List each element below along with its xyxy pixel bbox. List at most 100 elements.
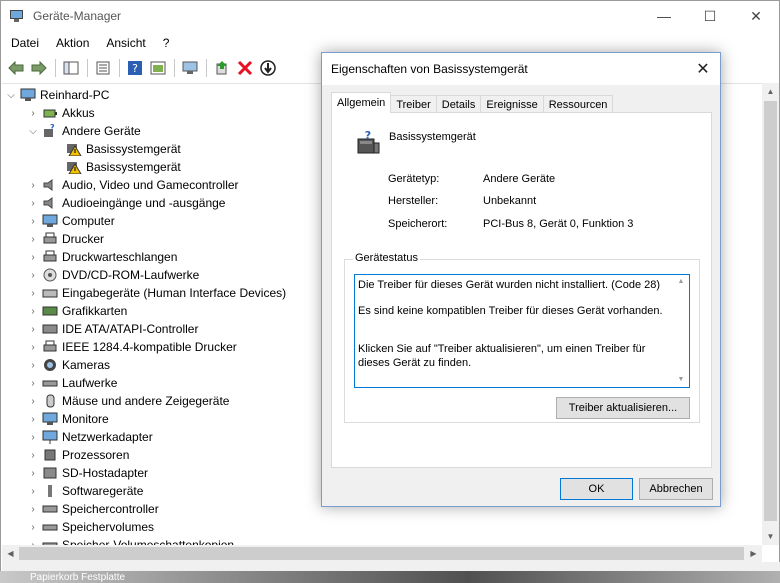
status-scrollbar[interactable]: ▲ ▼ <box>674 276 688 386</box>
tree-item-label: Softwaregeräte <box>62 484 144 498</box>
expand-chevron-icon[interactable]: › <box>28 468 38 479</box>
tree-item[interactable]: › DVD/CD-ROM-Laufwerke <box>28 266 199 284</box>
tree-item[interactable]: › Mäuse und andere Zeigegeräte <box>28 392 229 410</box>
scroll-right-icon[interactable]: ▶ <box>745 545 762 562</box>
tree-item[interactable]: › SD-Hostadapter <box>28 464 148 482</box>
maximize-button[interactable]: ☐ <box>687 1 733 31</box>
ok-button[interactable]: OK <box>560 478 633 500</box>
tree-item[interactable]: › Speicher-Volumeschattenkopien <box>28 536 234 545</box>
expand-chevron-icon[interactable]: › <box>28 396 38 407</box>
tree-item[interactable]: › Speichercontroller <box>28 500 158 518</box>
tree-item[interactable]: › Softwaregeräte <box>28 482 143 500</box>
tree-item[interactable]: › Eingabegeräte (Human Interface Devices) <box>28 284 286 302</box>
back-button[interactable] <box>5 57 27 79</box>
tab-treiber[interactable]: Treiber <box>390 95 437 113</box>
vertical-scrollbar[interactable]: ▲ ▼ <box>762 83 779 545</box>
menu-ansicht[interactable]: Ansicht <box>96 36 152 50</box>
properties-dialog: Eigenschaften von Basissystemgerät ✕ All… <box>321 52 721 507</box>
expand-chevron-icon[interactable]: › <box>28 288 38 299</box>
update-driver-button[interactable] <box>211 57 233 79</box>
disable-device-button[interactable] <box>257 57 279 79</box>
tab-allgemein[interactable]: Allgemein <box>331 92 392 113</box>
scroll-up-icon[interactable]: ▲ <box>674 276 688 288</box>
scroll-thumb[interactable] <box>764 101 777 521</box>
tree-root[interactable]: ⌵ Reinhard-PC <box>6 86 109 104</box>
device-status-textbox[interactable]: Die Treiber für dieses Gerät wurden nich… <box>354 274 690 388</box>
close-button[interactable]: ✕ <box>733 1 779 31</box>
forward-button[interactable] <box>28 57 50 79</box>
expand-chevron-icon[interactable]: › <box>28 522 38 533</box>
expand-chevron-icon[interactable]: › <box>28 414 38 425</box>
tree-item[interactable]: › Monitore <box>28 410 108 428</box>
tree-item[interactable]: › Laufwerke <box>28 374 117 392</box>
tree-item-label: Audioeingänge und -ausgänge <box>62 196 226 210</box>
expand-chevron-icon[interactable]: › <box>28 378 38 389</box>
show-hide-tree-button[interactable] <box>60 57 82 79</box>
expand-chevron-icon[interactable]: › <box>28 306 38 317</box>
expand-chevron-icon[interactable]: › <box>28 486 38 497</box>
tree-item[interactable]: › Netzwerkadapter <box>28 428 153 446</box>
scroll-left-icon[interactable]: ◀ <box>2 545 19 562</box>
expand-chevron-icon[interactable]: › <box>28 270 38 281</box>
expand-chevron-icon[interactable]: › <box>28 216 38 227</box>
tab-ressourcen[interactable]: Ressourcen <box>542 95 614 113</box>
expand-chevron-icon[interactable]: › <box>28 342 38 353</box>
expand-chevron-icon[interactable]: › <box>28 432 38 443</box>
view-button[interactable] <box>147 57 169 79</box>
tree-item[interactable]: › IDE ATA/ATAPI-Controller <box>28 320 198 338</box>
expand-chevron-icon[interactable]: › <box>28 108 38 119</box>
tree-child-item[interactable]: Basissystemgerät <box>62 158 181 176</box>
tab-ereignisse[interactable]: Ereignisse <box>480 95 544 113</box>
tree-item[interactable]: › Druckwarteschlangen <box>28 248 177 266</box>
main-titlebar[interactable]: Geräte-Manager — ☐ ✕ <box>1 1 779 31</box>
tree-item[interactable]: › Akkus <box>28 104 94 122</box>
expand-chevron-icon[interactable]: › <box>28 234 38 245</box>
scroll-up-icon[interactable]: ▲ <box>762 83 779 100</box>
tree-item[interactable]: › Audioeingänge und -ausgänge <box>28 194 225 212</box>
hscroll-thumb[interactable] <box>19 547 744 560</box>
update-driver-dialog-button[interactable]: Treiber aktualisieren... <box>556 397 690 419</box>
storage-controller-icon <box>42 502 58 516</box>
tree-item[interactable]: › Drucker <box>28 230 104 248</box>
expand-chevron-icon[interactable]: › <box>28 450 38 461</box>
expand-chevron-icon[interactable]: › <box>28 198 38 209</box>
menu-aktion[interactable]: Aktion <box>46 36 96 50</box>
tree-item[interactable]: › Audio, Video und Gamecontroller <box>28 176 238 194</box>
help-button[interactable]: ? <box>124 57 146 79</box>
minimize-button[interactable]: — <box>641 1 687 31</box>
collapse-chevron-icon[interactable]: ⌵ <box>6 90 16 101</box>
tree-item-label: IEEE 1284.4-kompatible Drucker <box>62 340 237 354</box>
tree-item[interactable]: › IEEE 1284.4-kompatible Drucker <box>28 338 237 356</box>
expand-chevron-icon[interactable]: › <box>28 504 38 515</box>
tree-child-label: Basissystemgerät <box>86 160 181 174</box>
scan-hardware-button[interactable] <box>179 57 201 79</box>
tree-item[interactable]: ⌵? Andere Geräte <box>28 122 141 140</box>
tree-child-item[interactable]: Basissystemgerät <box>62 140 181 158</box>
tree-item[interactable]: › Grafikkarten <box>28 302 127 320</box>
expand-chevron-icon[interactable]: › <box>28 324 38 335</box>
unknown-device-icon: ? <box>354 129 382 157</box>
tree-item[interactable]: › Kameras <box>28 356 110 374</box>
print-queue-icon <box>42 250 58 264</box>
tab-details[interactable]: Details <box>435 95 482 113</box>
update-driver-icon <box>216 61 227 75</box>
properties-button[interactable] <box>92 57 114 79</box>
expand-chevron-icon[interactable]: › <box>28 360 38 371</box>
tree-item-label: SD-Hostadapter <box>62 466 149 480</box>
dialog-titlebar[interactable]: Eigenschaften von Basissystemgerät ✕ <box>322 53 720 85</box>
tree-item[interactable]: › Computer <box>28 212 114 230</box>
uninstall-device-button[interactable] <box>234 57 256 79</box>
scroll-down-icon[interactable]: ▼ <box>762 528 779 545</box>
toolbar-separator <box>119 59 120 77</box>
menu-help[interactable]: ? <box>153 36 177 50</box>
menu-datei[interactable]: Datei <box>1 36 46 50</box>
expand-chevron-icon[interactable]: › <box>28 252 38 263</box>
expand-chevron-icon[interactable]: › <box>28 180 38 191</box>
cancel-button[interactable]: Abbrechen <box>639 478 713 500</box>
collapse-chevron-icon[interactable]: ⌵ <box>28 126 38 137</box>
dialog-close-button[interactable]: ✕ <box>690 56 716 82</box>
horizontal-scrollbar[interactable]: ◀ ▶ <box>2 545 762 562</box>
scroll-down-icon[interactable]: ▼ <box>674 374 688 386</box>
tree-item[interactable]: › Prozessoren <box>28 446 129 464</box>
tree-item[interactable]: › Speichervolumes <box>28 518 154 536</box>
